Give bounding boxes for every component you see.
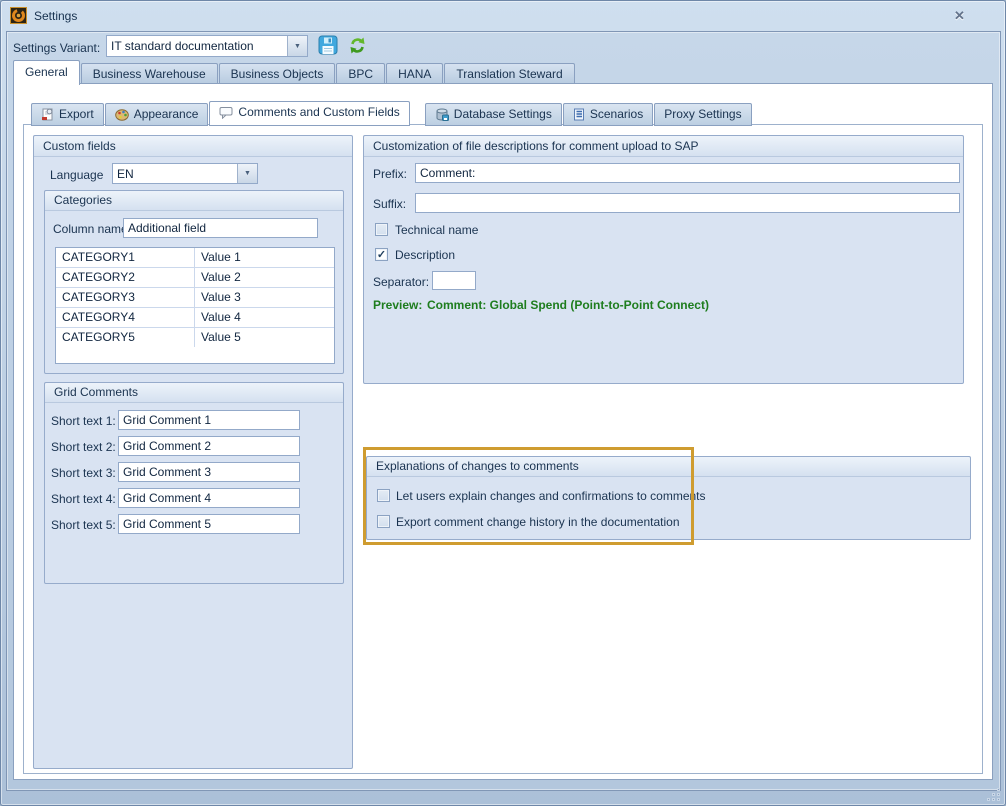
categories-group: Categories Column name: CATEGORY1 Value … <box>44 190 344 374</box>
settings-window: Settings ✕ Settings Variant: ▼ GeneralBu… <box>0 0 1006 806</box>
table-row[interactable]: CATEGORY5 Value 5 <box>56 328 334 347</box>
tab-business-objects[interactable]: Business Objects <box>219 63 336 85</box>
language-input[interactable] <box>113 164 237 183</box>
tab-business-warehouse[interactable]: Business Warehouse <box>81 63 218 85</box>
description-checkbox[interactable]: ✓ <box>375 248 388 261</box>
save-icon[interactable] <box>318 35 338 60</box>
grid-comments-group: Grid Comments Short text 1: Short text 2… <box>44 382 344 584</box>
settings-variant-label: Settings Variant: <box>13 41 100 55</box>
separator-input[interactable] <box>432 271 476 290</box>
settings-variant-input[interactable] <box>107 36 287 56</box>
file-description-panel-title: Customization of file descriptions for c… <box>364 136 963 157</box>
preview-label: Preview: <box>373 298 422 312</box>
table-row[interactable]: CATEGORY2 Value 2 <box>56 268 334 288</box>
file-description-panel: Customization of file descriptions for c… <box>363 135 964 384</box>
language-label: Language <box>50 168 103 182</box>
tab-translation-steward[interactable]: Translation Steward <box>444 63 574 85</box>
category-value-cell[interactable]: Value 2 <box>195 268 334 287</box>
category-key-cell[interactable]: CATEGORY3 <box>56 288 195 307</box>
prefix-input[interactable] <box>415 163 960 183</box>
sub-tab-bar: ExportAppearanceComments and Custom Fiel… <box>31 101 753 125</box>
tab-general[interactable]: General <box>13 60 80 85</box>
grid-comments-group-title: Grid Comments <box>45 383 343 403</box>
description-label: Description <box>395 248 455 262</box>
short-text-3-label: Short text 3: <box>51 466 116 480</box>
categories-group-title: Categories <box>45 191 343 211</box>
chevron-down-icon[interactable]: ▼ <box>287 36 307 56</box>
resize-grip[interactable] <box>987 788 1000 801</box>
custom-fields-panel: Custom fields Language ▼ Categories Colu… <box>33 135 353 769</box>
close-icon[interactable]: ✕ <box>954 8 965 24</box>
tab-bpc[interactable]: BPC <box>336 63 385 85</box>
table-row[interactable]: CATEGORY4 Value 4 <box>56 308 334 328</box>
export-history-label: Export comment change history in the doc… <box>396 515 680 529</box>
category-key-cell[interactable]: CATEGORY2 <box>56 268 195 287</box>
short-text-1-label: Short text 1: <box>51 414 116 428</box>
prefix-label: Prefix: <box>373 167 407 181</box>
short-text-4-input[interactable] <box>118 488 300 508</box>
tab-export[interactable]: Export <box>31 103 104 126</box>
category-value-cell[interactable]: Value 3 <box>195 288 334 307</box>
explanations-panel-title: Explanations of changes to comments <box>367 457 970 477</box>
custom-fields-panel-title: Custom fields <box>34 136 352 157</box>
palette-icon <box>115 108 129 121</box>
tab-comments-and-custom-fields[interactable]: Comments and Custom Fields <box>209 101 409 126</box>
explanations-panel: Explanations of changes to comments Let … <box>366 456 971 540</box>
suffix-label: Suffix: <box>373 197 406 211</box>
explain-changes-checkbox[interactable] <box>377 489 390 502</box>
tab-database-settings[interactable]: Database Settings <box>425 103 562 126</box>
short-text-5-input[interactable] <box>118 514 300 534</box>
database-icon <box>435 108 449 121</box>
scenarios-icon <box>573 108 585 121</box>
separator-label: Separator: <box>373 275 429 289</box>
short-text-4-label: Short text 4: <box>51 492 116 506</box>
column-name-label: Column name: <box>53 222 131 236</box>
table-row[interactable]: CATEGORY1 Value 1 <box>56 248 334 268</box>
comment-icon <box>219 106 233 119</box>
app-icon <box>10 7 27 24</box>
short-text-5-label: Short text 5: <box>51 518 116 532</box>
tab-appearance[interactable]: Appearance <box>105 103 209 126</box>
technical-name-label: Technical name <box>395 223 478 237</box>
short-text-3-input[interactable] <box>118 462 300 482</box>
tab-hana[interactable]: HANA <box>386 63 443 85</box>
category-key-cell[interactable]: CATEGORY1 <box>56 248 195 267</box>
explain-changes-label: Let users explain changes and confirmati… <box>396 489 706 503</box>
category-value-cell[interactable]: Value 1 <box>195 248 334 267</box>
category-value-cell[interactable]: Value 5 <box>195 328 334 347</box>
tab-proxy-settings[interactable]: Proxy Settings <box>654 103 751 126</box>
export-icon <box>41 108 54 121</box>
title-bar[interactable]: Settings ✕ <box>1 1 1005 31</box>
settings-variant-combo[interactable]: ▼ <box>106 35 308 57</box>
short-text-1-input[interactable] <box>118 410 300 430</box>
short-text-2-label: Short text 2: <box>51 440 116 454</box>
categories-table: CATEGORY1 Value 1 CATEGORY2 Value 2 CATE… <box>55 247 335 364</box>
chevron-down-icon[interactable]: ▼ <box>237 164 257 183</box>
category-key-cell[interactable]: CATEGORY4 <box>56 308 195 327</box>
technical-name-checkbox[interactable] <box>375 223 388 236</box>
table-row[interactable]: CATEGORY3 Value 3 <box>56 288 334 308</box>
column-name-input[interactable] <box>123 218 318 238</box>
preview-value: Comment: Global Spend (Point-to-Point Co… <box>427 298 709 312</box>
main-tab-bar: GeneralBusiness WarehouseBusiness Object… <box>13 60 576 84</box>
category-key-cell[interactable]: CATEGORY5 <box>56 328 195 347</box>
window-title: Settings <box>34 9 77 23</box>
refresh-icon[interactable] <box>348 36 367 60</box>
export-history-checkbox[interactable] <box>377 515 390 528</box>
suffix-input[interactable] <box>415 193 960 213</box>
language-combo[interactable]: ▼ <box>112 163 258 184</box>
category-value-cell[interactable]: Value 4 <box>195 308 334 327</box>
tab-scenarios[interactable]: Scenarios <box>563 103 653 126</box>
short-text-2-input[interactable] <box>118 436 300 456</box>
